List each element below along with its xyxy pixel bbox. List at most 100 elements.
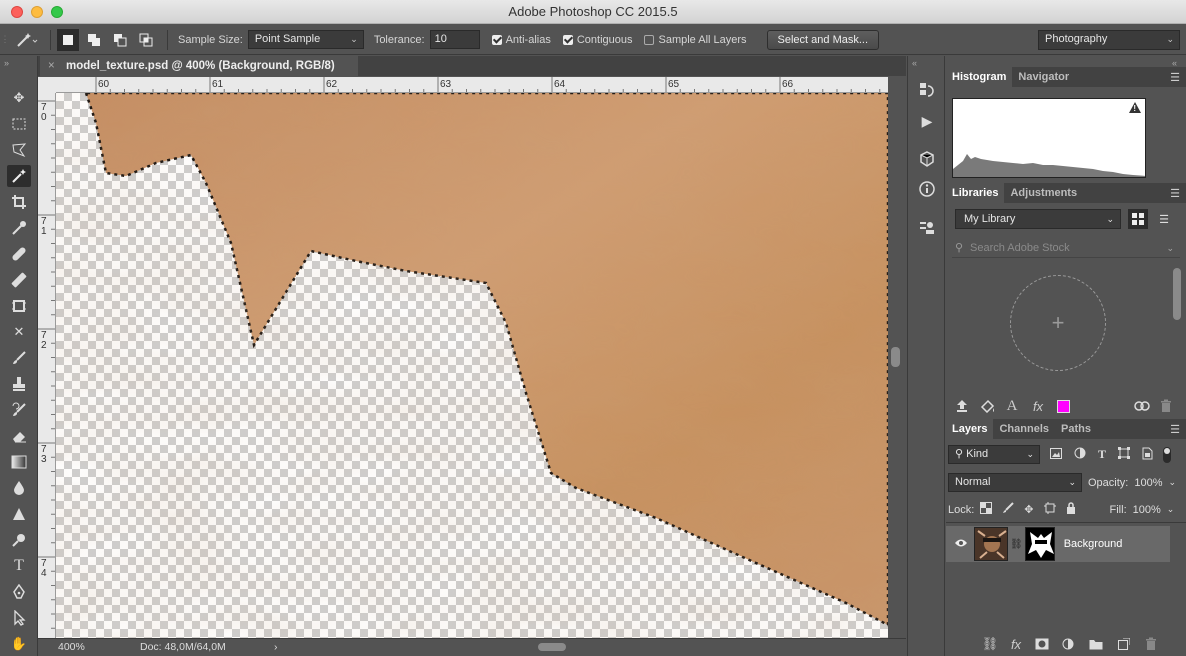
chevron-down-icon[interactable]: ⌄ [1167, 504, 1175, 515]
history-brush-tool[interactable] [7, 399, 31, 421]
paint-brush-tool[interactable] [7, 347, 31, 369]
new-adjustment-button[interactable] [1058, 634, 1078, 654]
type-filter-icon[interactable]: T [1098, 447, 1106, 462]
upload-button[interactable] [952, 396, 972, 416]
spot-healing-tool[interactable] [7, 243, 31, 265]
grid-view-button[interactable] [1128, 209, 1148, 229]
sync-button[interactable] [1132, 396, 1152, 416]
library-dropdown[interactable]: My Library ⌄ [955, 209, 1121, 229]
ruler-origin[interactable] [38, 77, 56, 93]
sample-size-dropdown[interactable]: Point Sample ⌄ [247, 30, 364, 49]
zoom-level[interactable]: 400% [58, 639, 85, 656]
info-panel-button[interactable] [916, 178, 938, 200]
lasso-tool[interactable] [7, 139, 31, 161]
layer-row-background[interactable]: ⛓ Background [946, 526, 1170, 562]
add-layer-style-footer-button[interactable]: fx [1006, 634, 1026, 654]
lock-pixels-icon[interactable] [1002, 502, 1015, 517]
new-layer-button[interactable] [1114, 634, 1134, 654]
antialias-checkbox[interactable] [491, 34, 502, 45]
close-window-button[interactable] [11, 6, 23, 18]
delete-layer-button[interactable] [1141, 634, 1161, 654]
vertical-scroll-thumb[interactable] [891, 347, 900, 367]
panel-menu-icon[interactable]: ☰ [1170, 423, 1180, 436]
minimize-window-button[interactable] [31, 6, 43, 18]
library-delete-button[interactable] [1156, 396, 1176, 416]
path-selection-tool[interactable] [7, 607, 31, 629]
list-view-button[interactable]: ☰ [1154, 209, 1174, 229]
sample-all-layers-checkbox[interactable] [644, 34, 655, 45]
gradient-tool[interactable] [7, 451, 31, 473]
visibility-eye-icon[interactable] [954, 538, 968, 551]
type-tool[interactable]: T [7, 555, 31, 577]
close-icon[interactable]: × [48, 56, 55, 76]
patch-tool[interactable] [7, 295, 31, 317]
tab-navigator[interactable]: Navigator [1012, 67, 1075, 87]
new-selection-button[interactable] [57, 28, 79, 51]
collapse-icon[interactable]: « [912, 58, 917, 68]
contiguous-checkbox[interactable] [562, 34, 573, 45]
add-layer-style-button[interactable]: fx [1028, 396, 1048, 416]
tab-adjustments[interactable]: Adjustments [1004, 183, 1083, 203]
vertical-ruler[interactable]: 70 71 72 73 74 [38, 93, 56, 638]
intersect-selection-button[interactable] [135, 29, 157, 51]
tab-layers[interactable]: Layers [946, 419, 994, 439]
eraser-tool[interactable] [7, 425, 31, 447]
tab-channels[interactable]: Channels [993, 419, 1055, 439]
add-fill-button[interactable] [978, 396, 998, 416]
lock-transparent-icon[interactable] [980, 502, 993, 517]
workspace-dropdown[interactable]: Photography ⌄ [1038, 30, 1180, 50]
add-content-button[interactable]: + [1010, 275, 1106, 371]
sharpen-tool[interactable] [7, 503, 31, 525]
tab-paths[interactable]: Paths [1055, 419, 1097, 439]
blur-tool[interactable] [7, 477, 31, 499]
horizontal-scroll-thumb[interactable] [538, 643, 566, 651]
lock-all-icon[interactable] [1066, 502, 1076, 517]
clone-stamp-tool[interactable] [7, 373, 31, 395]
chevron-down-icon[interactable]: ⌄ [1169, 477, 1177, 488]
crop-tool[interactable] [7, 191, 31, 213]
link-layers-button[interactable]: ⛓ [980, 634, 1000, 654]
blend-mode-dropdown[interactable]: Normal ⌄ [948, 473, 1082, 492]
zoom-window-button[interactable] [51, 6, 63, 18]
expand-icon[interactable]: » [4, 58, 9, 68]
image-filter-icon[interactable] [1050, 447, 1062, 462]
library-scroll-thumb[interactable] [1173, 268, 1181, 320]
tolerance-input[interactable]: 10 [429, 30, 480, 49]
move-tool[interactable]: ✥ [7, 87, 31, 109]
tool-preset-picker[interactable] [10, 29, 44, 51]
panel-menu-icon[interactable]: ☰ [1170, 71, 1180, 84]
add-color-button[interactable] [1053, 396, 1073, 416]
magic-wand-tool[interactable] [7, 165, 31, 187]
history-panel-button[interactable] [916, 80, 938, 102]
horizontal-ruler[interactable]: 60 61 62 63 64 65 66 [56, 77, 888, 93]
link-chain-icon[interactable]: ⛓ [1010, 539, 1023, 550]
3d-panel-button[interactable] [916, 148, 938, 170]
pen-tool[interactable] [7, 581, 31, 603]
content-aware-move-tool[interactable]: ✕ [7, 321, 31, 343]
adjustment-filter-icon[interactable] [1074, 447, 1086, 462]
brush-tool[interactable] [7, 269, 31, 291]
status-menu-arrow[interactable]: › [274, 639, 278, 656]
add-selection-button[interactable] [83, 29, 105, 51]
new-group-button[interactable] [1086, 634, 1106, 654]
shape-filter-icon[interactable] [1118, 447, 1131, 462]
tab-libraries[interactable]: Libraries [946, 183, 1005, 203]
hand-tool[interactable]: ✋ [7, 633, 31, 655]
add-mask-button[interactable] [1032, 634, 1052, 654]
dodge-tool[interactable] [7, 529, 31, 551]
smart-object-filter-icon[interactable] [1142, 447, 1153, 463]
stock-search-input[interactable]: ⚲ Search Adobe Stock ⌄ [952, 238, 1180, 258]
filter-toggle[interactable] [1163, 446, 1172, 463]
artboard-lock-icon[interactable] [1043, 502, 1056, 517]
lock-position-icon[interactable]: ✥ [1024, 503, 1033, 516]
document-canvas[interactable] [56, 93, 888, 638]
eyedropper-tool[interactable] [7, 217, 31, 239]
layer-mask-thumbnail[interactable] [1024, 527, 1055, 561]
actions-panel-button[interactable]: ▶ [916, 110, 938, 132]
fill-input[interactable]: 100% [1133, 504, 1161, 516]
kind-filter-dropdown[interactable]: ⚲ Kind ⌄ [948, 445, 1040, 464]
panel-menu-icon[interactable]: ☰ [1170, 187, 1180, 200]
document-tab[interactable]: × model_texture.psd @ 400% (Background, … [40, 56, 358, 76]
add-character-style-button[interactable]: A [1002, 396, 1022, 416]
tab-histogram[interactable]: Histogram [946, 67, 1013, 87]
